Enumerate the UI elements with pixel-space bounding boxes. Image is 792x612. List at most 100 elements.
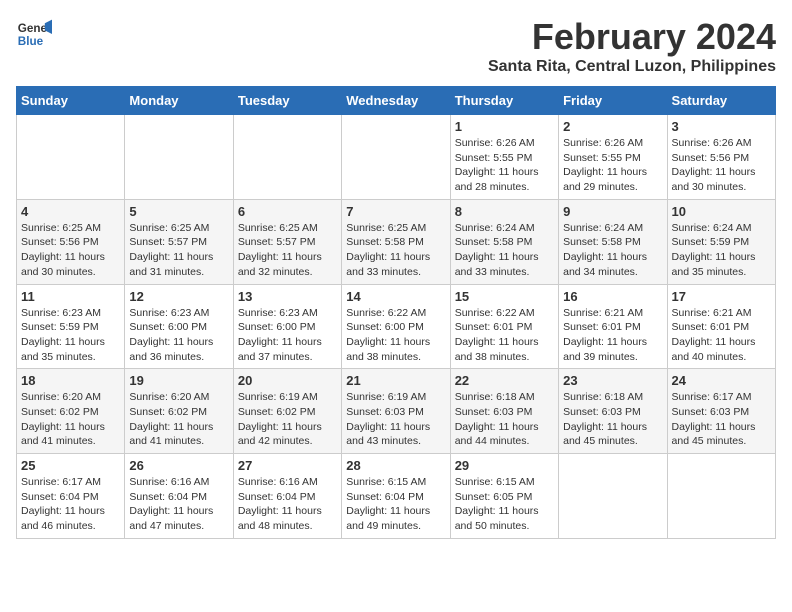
day-number: 17 [672, 289, 771, 304]
calendar-cell: 8 Sunrise: 6:24 AM Sunset: 5:58 PM Daylig… [450, 199, 558, 284]
day-number: 27 [238, 458, 337, 473]
day-number: 6 [238, 204, 337, 219]
day-number: 24 [672, 373, 771, 388]
weekday-header-thursday: Thursday [450, 87, 558, 115]
day-number: 14 [346, 289, 445, 304]
calendar-cell: 16Sunrise: 6:21 AM Sunset: 6:01 PM Dayli… [559, 284, 667, 369]
day-number: 7 [346, 204, 445, 219]
main-title: February 2024 [488, 16, 776, 58]
day-number: 18 [21, 373, 120, 388]
weekday-header-monday: Monday [125, 87, 233, 115]
calendar-cell: 2Sunrise: 6:26 AM Sunset: 5:55 PM Daylig… [559, 115, 667, 200]
title-section: February 2024 Santa Rita, Central Luzon,… [488, 16, 776, 76]
day-info: Sunrise: 6:22 AM Sunset: 6:01 PM Dayligh… [455, 306, 554, 365]
calendar-cell [559, 454, 667, 539]
day-info: Sunrise: 6:24 AM Sunset: 5:58 PM Dayligh… [455, 221, 554, 280]
day-info: Sunrise: 6:25 AM Sunset: 5:56 PM Dayligh… [21, 221, 120, 280]
calendar-cell: 12 Sunrise: 6:23 AM Sunset: 6:00 PM Dayli… [125, 284, 233, 369]
calendar-cell: 7 Sunrise: 6:25 AM Sunset: 5:58 PM Daylig… [342, 199, 450, 284]
calendar-cell: 13 Sunrise: 6:23 AM Sunset: 6:00 PM Dayli… [233, 284, 341, 369]
calendar-cell [17, 115, 125, 200]
day-number: 21 [346, 373, 445, 388]
day-info: Sunrise: 6:17 AM Sunset: 6:04 PM Dayligh… [21, 475, 120, 534]
day-info: Sunrise: 6:21 AM Sunset: 6:01 PM Dayligh… [563, 306, 662, 365]
calendar-cell: 11 Sunrise: 6:23 AM Sunset: 5:59 PM Dayli… [17, 284, 125, 369]
calendar-week-5: 25Sunrise: 6:17 AM Sunset: 6:04 PM Dayli… [17, 454, 776, 539]
calendar-header-row: SundayMondayTuesdayWednesdayThursdayFrid… [17, 87, 776, 115]
day-info: Sunrise: 6:23 AM Sunset: 6:00 PM Dayligh… [129, 306, 228, 365]
day-number: 29 [455, 458, 554, 473]
logo-icon: General Blue [16, 16, 52, 52]
calendar-week-3: 11 Sunrise: 6:23 AM Sunset: 5:59 PM Dayli… [17, 284, 776, 369]
day-number: 20 [238, 373, 337, 388]
calendar-cell: 23 Sunrise: 6:18 AM Sunset: 6:03 PM Dayli… [559, 369, 667, 454]
day-number: 28 [346, 458, 445, 473]
calendar-cell: 5Sunrise: 6:25 AM Sunset: 5:57 PM Daylig… [125, 199, 233, 284]
day-info: Sunrise: 6:17 AM Sunset: 6:03 PM Dayligh… [672, 390, 771, 449]
day-number: 22 [455, 373, 554, 388]
weekday-header-wednesday: Wednesday [342, 87, 450, 115]
day-info: Sunrise: 6:23 AM Sunset: 5:59 PM Dayligh… [21, 306, 120, 365]
calendar-cell: 26 Sunrise: 6:16 AM Sunset: 6:04 PM Dayli… [125, 454, 233, 539]
day-info: Sunrise: 6:25 AM Sunset: 5:58 PM Dayligh… [346, 221, 445, 280]
calendar-cell: 17Sunrise: 6:21 AM Sunset: 6:01 PM Dayli… [667, 284, 775, 369]
day-info: Sunrise: 6:26 AM Sunset: 5:55 PM Dayligh… [563, 136, 662, 195]
day-info: Sunrise: 6:18 AM Sunset: 6:03 PM Dayligh… [563, 390, 662, 449]
calendar-cell: 9 Sunrise: 6:24 AM Sunset: 5:58 PM Daylig… [559, 199, 667, 284]
calendar-cell: 20 Sunrise: 6:19 AM Sunset: 6:02 PM Dayli… [233, 369, 341, 454]
day-number: 12 [129, 289, 228, 304]
day-info: Sunrise: 6:24 AM Sunset: 5:59 PM Dayligh… [672, 221, 771, 280]
calendar-cell: 28Sunrise: 6:15 AM Sunset: 6:04 PM Dayli… [342, 454, 450, 539]
calendar-week-2: 4 Sunrise: 6:25 AM Sunset: 5:56 PM Daylig… [17, 199, 776, 284]
calendar-cell: 24 Sunrise: 6:17 AM Sunset: 6:03 PM Dayli… [667, 369, 775, 454]
svg-text:Blue: Blue [18, 35, 44, 48]
weekday-header-friday: Friday [559, 87, 667, 115]
day-info: Sunrise: 6:20 AM Sunset: 6:02 PM Dayligh… [21, 390, 120, 449]
day-number: 23 [563, 373, 662, 388]
day-info: Sunrise: 6:23 AM Sunset: 6:00 PM Dayligh… [238, 306, 337, 365]
calendar-cell: 21 Sunrise: 6:19 AM Sunset: 6:03 PM Dayli… [342, 369, 450, 454]
day-info: Sunrise: 6:24 AM Sunset: 5:58 PM Dayligh… [563, 221, 662, 280]
day-number: 9 [563, 204, 662, 219]
day-info: Sunrise: 6:25 AM Sunset: 5:57 PM Dayligh… [129, 221, 228, 280]
calendar-cell: 22 Sunrise: 6:18 AM Sunset: 6:03 PM Dayli… [450, 369, 558, 454]
day-number: 8 [455, 204, 554, 219]
day-number: 13 [238, 289, 337, 304]
day-info: Sunrise: 6:26 AM Sunset: 5:56 PM Dayligh… [672, 136, 771, 195]
day-info: Sunrise: 6:19 AM Sunset: 6:02 PM Dayligh… [238, 390, 337, 449]
day-number: 10 [672, 204, 771, 219]
calendar-cell: 19 Sunrise: 6:20 AM Sunset: 6:02 PM Dayli… [125, 369, 233, 454]
calendar-cell: 27Sunrise: 6:16 AM Sunset: 6:04 PM Dayli… [233, 454, 341, 539]
day-number: 15 [455, 289, 554, 304]
calendar-cell: 25Sunrise: 6:17 AM Sunset: 6:04 PM Dayli… [17, 454, 125, 539]
day-number: 26 [129, 458, 228, 473]
calendar-cell: 15 Sunrise: 6:22 AM Sunset: 6:01 PM Dayli… [450, 284, 558, 369]
day-number: 3 [672, 119, 771, 134]
logo: General Blue General Blue [16, 16, 52, 52]
day-info: Sunrise: 6:18 AM Sunset: 6:03 PM Dayligh… [455, 390, 554, 449]
calendar-cell: 6Sunrise: 6:25 AM Sunset: 5:57 PM Daylig… [233, 199, 341, 284]
calendar-cell: 1Sunrise: 6:26 AM Sunset: 5:55 PM Daylig… [450, 115, 558, 200]
weekday-header-tuesday: Tuesday [233, 87, 341, 115]
day-number: 19 [129, 373, 228, 388]
subtitle: Santa Rita, Central Luzon, Philippines [488, 58, 776, 76]
calendar-cell [342, 115, 450, 200]
day-info: Sunrise: 6:15 AM Sunset: 6:05 PM Dayligh… [455, 475, 554, 534]
calendar-cell: 10 Sunrise: 6:24 AM Sunset: 5:59 PM Dayli… [667, 199, 775, 284]
weekday-header-saturday: Saturday [667, 87, 775, 115]
calendar-cell [125, 115, 233, 200]
calendar-cell [233, 115, 341, 200]
day-number: 11 [21, 289, 120, 304]
weekday-header-sunday: Sunday [17, 87, 125, 115]
day-info: Sunrise: 6:26 AM Sunset: 5:55 PM Dayligh… [455, 136, 554, 195]
calendar-table: SundayMondayTuesdayWednesdayThursdayFrid… [16, 86, 776, 539]
day-info: Sunrise: 6:16 AM Sunset: 6:04 PM Dayligh… [129, 475, 228, 534]
calendar-cell: 14 Sunrise: 6:22 AM Sunset: 6:00 PM Dayli… [342, 284, 450, 369]
day-info: Sunrise: 6:20 AM Sunset: 6:02 PM Dayligh… [129, 390, 228, 449]
day-info: Sunrise: 6:19 AM Sunset: 6:03 PM Dayligh… [346, 390, 445, 449]
day-number: 4 [21, 204, 120, 219]
day-info: Sunrise: 6:22 AM Sunset: 6:00 PM Dayligh… [346, 306, 445, 365]
calendar-week-1: 1Sunrise: 6:26 AM Sunset: 5:55 PM Daylig… [17, 115, 776, 200]
calendar-cell: 29 Sunrise: 6:15 AM Sunset: 6:05 PM Dayli… [450, 454, 558, 539]
calendar-cell: 18 Sunrise: 6:20 AM Sunset: 6:02 PM Dayli… [17, 369, 125, 454]
